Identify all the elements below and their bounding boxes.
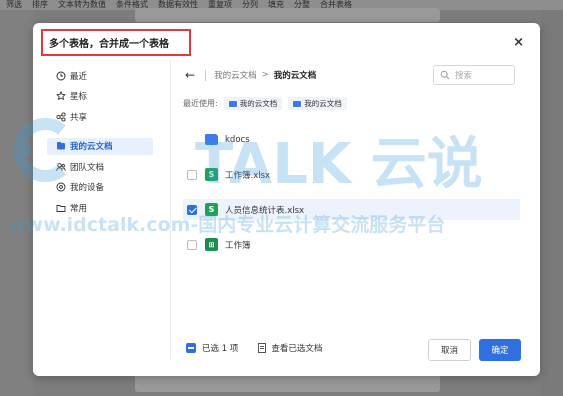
bg-tool-filter: 筛选: [6, 0, 22, 9]
breadcrumb-parent[interactable]: 我的云文档: [214, 69, 257, 81]
back-arrow-icon[interactable]: ←: [185, 68, 195, 82]
recent-used-row: 最近使用: 我的云文档 我的云文档: [183, 97, 347, 110]
sidebar-divider: [170, 59, 171, 359]
breadcrumb-current: 我的云文档: [273, 71, 317, 81]
sidebar-item-label: 星标: [70, 92, 88, 102]
checkbox[interactable]: [187, 239, 197, 250]
file-list: kdocs S 工作簿.xlsx S 人员信息统计表.xlsx ⊞ 工作簿: [183, 129, 520, 269]
spreadsheet-icon: S: [205, 203, 218, 216]
recent-chip[interactable]: 我的云文档: [288, 97, 347, 110]
sidebar-item-frequent[interactable]: 常用: [47, 199, 153, 216]
list-item[interactable]: kdocs: [183, 129, 520, 150]
team-icon: [56, 162, 66, 171]
recent-used-label: 最近使用:: [183, 99, 218, 108]
selection-summary: 已选 1 项 查看已选文档: [186, 342, 322, 354]
background-panel: [135, 8, 440, 22]
sidebar-item-label: 共享: [70, 112, 88, 123]
background-panel-bottom: [135, 376, 440, 392]
sidebar-item-starred[interactable]: 星标: [47, 88, 153, 105]
file-name: 人员信息统计表.xlsx: [225, 205, 305, 216]
star-icon: [56, 91, 66, 101]
confirm-button[interactable]: 确定: [479, 339, 521, 361]
share-icon: [56, 111, 66, 122]
recent-chip[interactable]: 我的云文档: [223, 97, 283, 110]
sidebar-item-shared[interactable]: 共享: [47, 108, 153, 125]
table-icon: ⊞: [205, 238, 218, 251]
search-icon: [440, 70, 450, 80]
device-icon: [56, 182, 66, 192]
folder-icon: [56, 204, 66, 212]
bg-tool-sort: 排序: [32, 0, 48, 9]
background-sheet-left: [0, 10, 34, 396]
clock-icon: [56, 71, 66, 80]
sidebar: 最近 星标 共享 我的云文档 团队文档 我的设备 常用: [47, 67, 153, 220]
bg-tool-text-to-number: 文本转为数值: [58, 0, 106, 9]
spreadsheet-icon: S: [205, 168, 218, 181]
sidebar-item-label: 团队文档: [70, 162, 105, 173]
file-name: 工作簿.xlsx: [225, 170, 271, 181]
list-item[interactable]: S 人员信息统计表.xlsx: [183, 199, 520, 220]
document-icon: [258, 343, 267, 353]
breadcrumb-separator: >: [261, 70, 269, 80]
sidebar-item-my-cloud-docs[interactable]: 我的云文档: [47, 137, 153, 155]
checkbox[interactable]: [187, 204, 197, 215]
file-name: 工作簿: [225, 240, 251, 251]
sidebar-item-label: 常用: [70, 203, 88, 214]
sidebar-item-team-docs[interactable]: 团队文档: [47, 158, 153, 175]
checkbox[interactable]: [187, 169, 197, 180]
breadcrumb-divider: [205, 69, 207, 81]
close-icon[interactable]: ×: [513, 35, 524, 50]
folder-icon: [228, 100, 237, 107]
select-all-checkbox[interactable]: [186, 343, 196, 353]
folder-icon: [205, 134, 218, 145]
file-picker-dialog: 多个表格，合并成一个表格 × 最近 星标 共享 我的云文档 团队文档 我的设备: [33, 23, 540, 376]
cloud-doc-icon: [57, 142, 65, 150]
selected-count: 已选 1 项: [202, 344, 239, 354]
list-item[interactable]: S 工作簿.xlsx: [183, 164, 520, 185]
background-sheet-right: [541, 10, 563, 396]
cancel-button[interactable]: 取消: [428, 339, 471, 361]
file-name: kdocs: [225, 134, 250, 145]
sidebar-item-label: 我的云文档: [70, 142, 113, 152]
sidebar-item-label: 我的设备: [70, 183, 105, 193]
list-item[interactable]: ⊞ 工作簿: [183, 234, 520, 255]
dialog-title: 多个表格，合并成一个表格: [41, 29, 191, 56]
sidebar-item-label: 最近: [70, 71, 88, 82]
folder-icon: [293, 100, 302, 107]
sidebar-item-my-devices[interactable]: 我的设备: [47, 179, 153, 196]
view-selected-link[interactable]: 查看已选文档: [271, 342, 322, 354]
sidebar-item-recent[interactable]: 最近: [47, 67, 153, 84]
search-input[interactable]: 搜索: [433, 65, 515, 85]
recent-chip-label: 我的云文档: [304, 99, 342, 108]
recent-chip-label: 我的云文档: [239, 99, 278, 108]
breadcrumb: ← 我的云文档 > 我的云文档 搜索: [185, 65, 515, 85]
search-placeholder: 搜索: [455, 71, 473, 81]
